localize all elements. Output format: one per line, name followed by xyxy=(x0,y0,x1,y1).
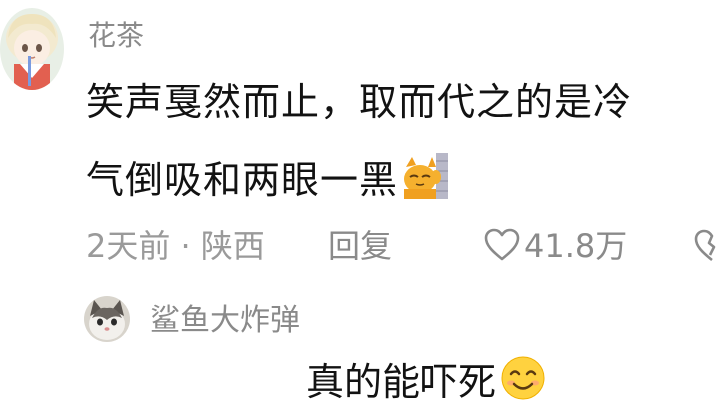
cat-facepalm-emoji-icon xyxy=(402,153,449,199)
heart-icon xyxy=(484,227,520,261)
reply-text-wrap: 真的能吓死 xyxy=(306,355,546,406)
broken-heart-icon[interactable] xyxy=(694,228,720,264)
smiling-face-icon xyxy=(500,355,546,401)
comment-text-line2-wrap: 气倒吸和两眼一黑 xyxy=(86,153,449,204)
reply-username[interactable]: 鲨鱼大炸弹 xyxy=(150,301,300,341)
comment-text-line1: 笑声戛然而止，取而代之的是冷 xyxy=(86,80,633,124)
comment-username[interactable]: 花茶 xyxy=(88,18,144,54)
reply-avatar[interactable] xyxy=(84,296,130,342)
avatar[interactable] xyxy=(0,8,64,90)
comment-text-line2: 气倒吸和两眼一黑 xyxy=(86,158,399,202)
comment-time-location: 2天前 · 陕西 xyxy=(86,227,265,265)
reply-button[interactable]: 回复 xyxy=(328,222,392,270)
reply-text: 真的能吓死 xyxy=(306,360,497,404)
like-count: 41.8万 xyxy=(524,227,628,265)
like-button[interactable]: 41.8万 xyxy=(484,222,627,270)
